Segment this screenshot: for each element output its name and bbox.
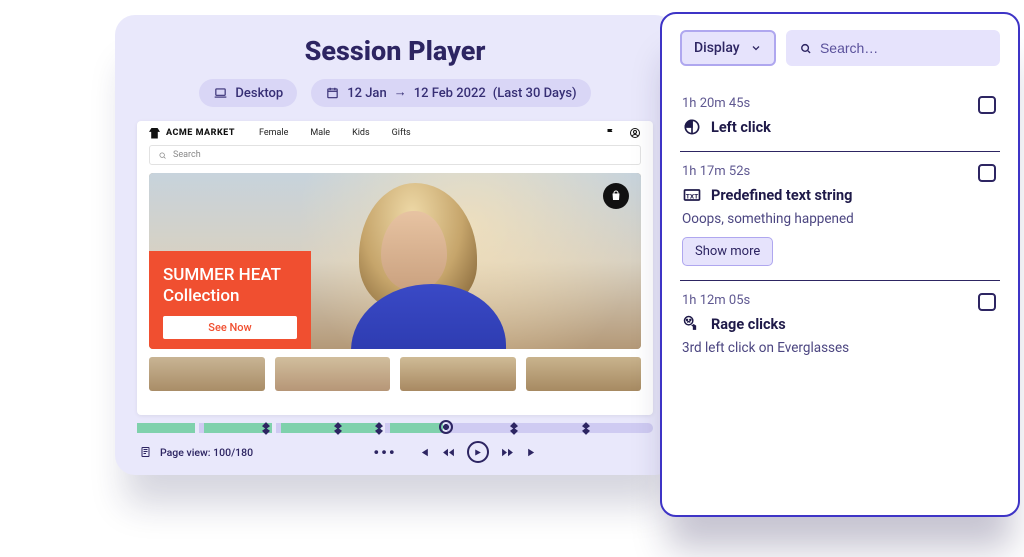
brand-text: ACME MARKET: [166, 128, 235, 138]
skip-back-icon[interactable]: [417, 446, 430, 459]
event-time: 1h 20m 45s: [682, 96, 998, 111]
primary-nav: Female Male Kids Gifts: [259, 128, 411, 138]
timeline-playhead[interactable]: [439, 420, 453, 434]
timeline-marker: [261, 420, 271, 436]
svg-text:TXT: TXT: [686, 192, 698, 200]
timeline-marker: [374, 420, 384, 436]
chevron-down-icon: [750, 42, 762, 54]
hero-model-illustration: [341, 179, 491, 349]
player-controls: Page view: 100/180 •••: [137, 437, 653, 463]
hero-title: SUMMER HEAT Collection: [163, 265, 297, 306]
timeline-marker: [581, 420, 591, 436]
hero-promo-box: SUMMER HEAT Collection See Now: [149, 251, 311, 349]
site-search[interactable]: Search: [149, 145, 641, 165]
event-detail: Ooops, something happened: [682, 211, 998, 227]
session-player-card: Session Player Desktop 12 Jan → 12 Feb 2…: [115, 15, 675, 475]
account-icon[interactable]: [629, 127, 641, 139]
skip-forward-icon[interactable]: [526, 446, 539, 459]
event-time: 1h 12m 05s: [682, 293, 998, 308]
thumbnail[interactable]: [149, 357, 265, 391]
playback-timeline[interactable]: [137, 423, 653, 433]
hero-banner: SUMMER HEAT Collection See Now: [149, 173, 641, 349]
date-from: 12 Jan: [347, 86, 386, 101]
event-label: Rage clicks: [711, 316, 786, 333]
forward-icon[interactable]: [501, 446, 514, 459]
events-panel-header: Display: [680, 30, 1000, 66]
text-icon: TXT: [682, 185, 702, 205]
see-now-button[interactable]: See Now: [163, 316, 297, 339]
event-item: 1h 17m 52s TXT Predefined text string Oo…: [680, 152, 1000, 281]
timeline-marker: [509, 420, 519, 436]
play-icon: [473, 448, 482, 457]
flag-icon[interactable]: [605, 127, 617, 139]
site-preview-frame: ACME MARKET Female Male Kids Gifts Searc…: [137, 121, 653, 415]
event-item: 1h 20m 45s Left click: [680, 84, 1000, 152]
thumbnail[interactable]: [275, 357, 391, 391]
event-label: Predefined text string: [711, 187, 852, 204]
arrow-right-icon: →: [394, 84, 407, 100]
events-search-input[interactable]: [820, 40, 987, 56]
hero-bag-badge[interactable]: [603, 183, 629, 209]
search-icon: [799, 41, 812, 56]
timeline-marker: [333, 420, 343, 436]
date-range-pill[interactable]: 12 Jan → 12 Feb 2022 (Last 30 Days): [311, 79, 590, 107]
page-title: Session Player: [137, 35, 653, 67]
date-range-label: (Last 30 Days): [493, 86, 577, 101]
events-search[interactable]: [786, 30, 1000, 66]
show-more-button[interactable]: Show more: [682, 237, 773, 266]
device-label: Desktop: [235, 86, 283, 101]
device-pill[interactable]: Desktop: [199, 79, 297, 107]
laptop-icon: [213, 86, 228, 100]
nav-gifts[interactable]: Gifts: [392, 128, 411, 138]
thumbnail[interactable]: [400, 357, 516, 391]
filter-pill-row: Desktop 12 Jan → 12 Feb 2022 (Last 30 Da…: [137, 79, 653, 107]
page-view-count: Page view: 100/180: [160, 446, 253, 459]
bag-icon: [149, 128, 160, 139]
display-label: Display: [694, 40, 740, 56]
event-checkbox[interactable]: [978, 96, 996, 114]
display-dropdown[interactable]: Display: [680, 30, 776, 66]
calendar-icon: [325, 86, 340, 100]
site-header: ACME MARKET Female Male Kids Gifts: [137, 121, 653, 145]
event-label: Left click: [711, 119, 771, 136]
nav-female[interactable]: Female: [259, 128, 288, 138]
event-item: 1h 12m 05s Rage clicks 3rd left click on…: [680, 281, 1000, 370]
nav-kids[interactable]: Kids: [352, 128, 370, 138]
events-panel: Display 1h 20m 45s Left click 1h 17m 52s…: [660, 12, 1020, 517]
rewind-icon[interactable]: [442, 446, 455, 459]
product-thumbnails: [137, 349, 653, 397]
thumbnail[interactable]: [526, 357, 642, 391]
event-detail: 3rd left click on Everglasses: [682, 340, 998, 356]
bag-icon: [610, 190, 622, 202]
more-options-button[interactable]: •••: [373, 443, 396, 462]
date-to: 12 Feb 2022: [414, 86, 486, 101]
header-icons: [605, 127, 641, 139]
search-icon: [158, 151, 167, 160]
site-logo[interactable]: ACME MARKET: [149, 128, 235, 139]
event-checkbox[interactable]: [978, 164, 996, 182]
page-icon: [139, 443, 152, 462]
site-search-placeholder: Search: [173, 150, 201, 160]
rage-click-icon: [682, 314, 702, 334]
play-button[interactable]: [467, 441, 489, 463]
left-click-icon: [682, 117, 702, 137]
nav-male[interactable]: Male: [310, 128, 330, 138]
event-time: 1h 17m 52s: [682, 164, 998, 179]
event-checkbox[interactable]: [978, 293, 996, 311]
